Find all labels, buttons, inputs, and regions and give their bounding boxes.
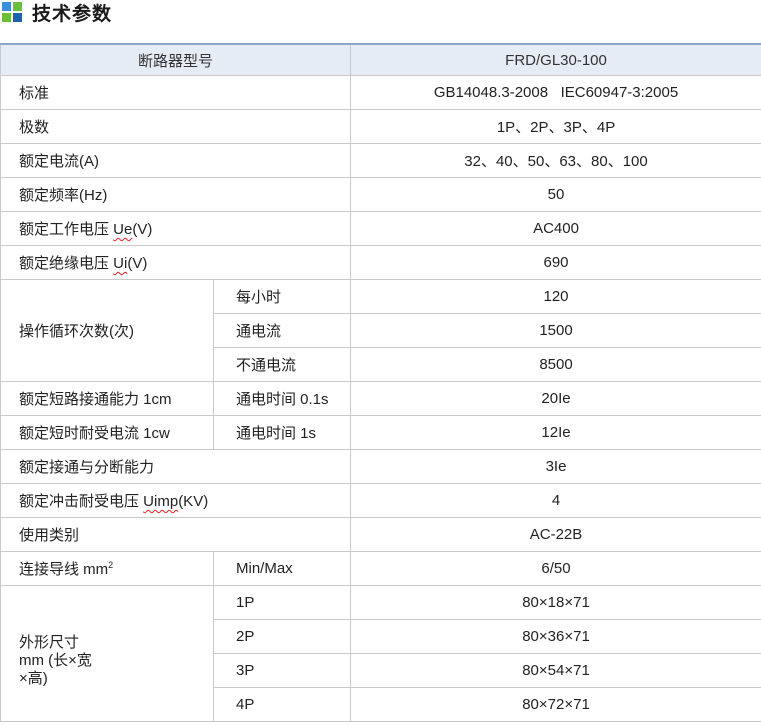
row-value-short-making: 20Ie	[350, 381, 761, 416]
label-prefix: 额定工作电压	[19, 221, 114, 238]
table-row: 操作循环次数(次) 每小时 120	[0, 279, 761, 382]
row-value-frequency: 50	[350, 177, 761, 212]
sub-label-4p: 4P	[212, 687, 352, 722]
dimensions-label-line3: ×高)	[19, 669, 48, 687]
table-row: 使用类别 AC-22B	[0, 517, 761, 552]
row-label-voltage-ui: 额定绝缘电压 Ui(V)	[0, 245, 352, 280]
header-value: FRD/GL30-100	[350, 43, 761, 76]
sub-value-3p: 80×54×71	[350, 653, 761, 688]
table-row: 额定短路接通能力 1cm 通电时间 0.1s 20Ie	[0, 381, 761, 416]
sub-value-4p: 80×72×71	[350, 687, 761, 722]
table-header-row: 断路器型号 FRD/GL30-100	[0, 43, 761, 76]
row-label-poles: 极数	[0, 109, 352, 144]
row-label-standard: 标准	[0, 75, 352, 110]
row-label-short-withstand: 额定短时耐受电流 1cw	[0, 415, 214, 450]
sub-label-3p: 3P	[212, 653, 352, 688]
sub-label-per-hour: 每小时	[212, 279, 352, 314]
sub-value-per-hour: 120	[350, 279, 761, 314]
header-label: 断路器型号	[0, 43, 352, 76]
table-row: 外形尺寸 mm (长×宽 ×高) 1P 80×18×71	[0, 585, 761, 722]
table-row: 额定接通与分断能力 3Ie	[0, 449, 761, 484]
table-row: 额定短时耐受电流 1cw 通电时间 1s 12Ie	[0, 415, 761, 450]
unit-ue: Ue	[113, 221, 133, 238]
sub-label-wire: Min/Max	[212, 551, 352, 586]
table-row: 额定绝缘电压 Ui(V) 690	[0, 245, 761, 280]
row-value-current: 32、40、50、63、80、100	[350, 143, 761, 178]
label-suffix: (KV)	[178, 493, 209, 510]
row-label-short-making: 额定短路接通能力 1cm	[0, 381, 214, 416]
grid-logo-icon	[2, 2, 22, 22]
sub-label-no-current: 不通电流	[212, 347, 352, 382]
sub-label-short-making: 通电时间 0.1s	[212, 381, 352, 416]
label-text: 连接导线 mm	[19, 561, 109, 578]
dimensions-label-line1: 外形尺寸	[19, 633, 80, 651]
dimensions-label-line2: mm (长×宽	[19, 651, 92, 669]
sub-value-no-current: 8500	[350, 347, 761, 382]
row-label-cycles: 操作循环次数(次)	[0, 279, 214, 382]
unit-uimp: Uimp	[143, 493, 179, 510]
table-row: 额定冲击耐受电压 Uimp(KV) 4	[0, 483, 761, 518]
page-header: 技术参数	[0, 0, 761, 26]
row-value-wire: 6/50	[350, 551, 761, 586]
row-label-impulse: 额定冲击耐受电压 Uimp(KV)	[0, 483, 352, 518]
sub-label-2p: 2P	[212, 619, 352, 654]
table-row: 额定频率(Hz) 50	[0, 177, 761, 212]
sub-value-2p: 80×36×71	[350, 619, 761, 654]
row-value-voltage-ue: AC400	[350, 211, 761, 246]
label-prefix: 额定绝缘电压	[19, 255, 114, 272]
row-value-poles: 1P、2P、3P、4P	[350, 109, 761, 144]
row-label-voltage-ue: 额定工作电压 Ue(V)	[0, 211, 352, 246]
unit-ui: Ui	[113, 255, 128, 272]
row-value-standard: GB14048.3-2008 IEC60947-3:2005	[350, 75, 761, 110]
row-label-making-breaking: 额定接通与分断能力	[0, 449, 352, 484]
page-title: 技术参数	[32, 4, 113, 25]
sub-value-with-current: 1500	[350, 313, 761, 348]
table-row: 极数 1P、2P、3P、4P	[0, 109, 761, 144]
row-value-short-withstand: 12Ie	[350, 415, 761, 450]
label-suffix: (V)	[127, 255, 148, 272]
row-label-frequency: 额定频率(Hz)	[0, 177, 352, 212]
table-row: 额定工作电压 Ue(V) AC400	[0, 211, 761, 246]
sub-label-1p: 1P	[212, 585, 352, 620]
table-row: 连接导线 mm2 Min/Max 6/50	[0, 551, 761, 586]
row-value-category: AC-22B	[350, 517, 761, 552]
row-value-voltage-ui: 690	[350, 245, 761, 280]
sub-label-with-current: 通电流	[212, 313, 352, 348]
label-prefix: 额定冲击耐受电压	[19, 493, 144, 510]
table-row: 标准 GB14048.3-2008 IEC60947-3:2005	[0, 75, 761, 110]
row-value-making-breaking: 3Ie	[350, 449, 761, 484]
row-label-wire: 连接导线 mm2	[0, 551, 214, 586]
sub-value-1p: 80×18×71	[350, 585, 761, 620]
table-row: 额定电流(A) 32、40、50、63、80、100	[0, 143, 761, 178]
spec-table: 断路器型号 FRD/GL30-100 标准 GB14048.3-2008 IEC…	[0, 43, 761, 722]
label-superscript: 2	[108, 560, 114, 570]
row-value-impulse: 4	[350, 483, 761, 518]
label-suffix: (V)	[132, 221, 153, 238]
sub-label-short-withstand: 通电时间 1s	[212, 415, 352, 450]
row-label-category: 使用类别	[0, 517, 352, 552]
row-label-dimensions: 外形尺寸 mm (长×宽 ×高)	[0, 585, 214, 722]
row-label-current: 额定电流(A)	[0, 143, 352, 178]
